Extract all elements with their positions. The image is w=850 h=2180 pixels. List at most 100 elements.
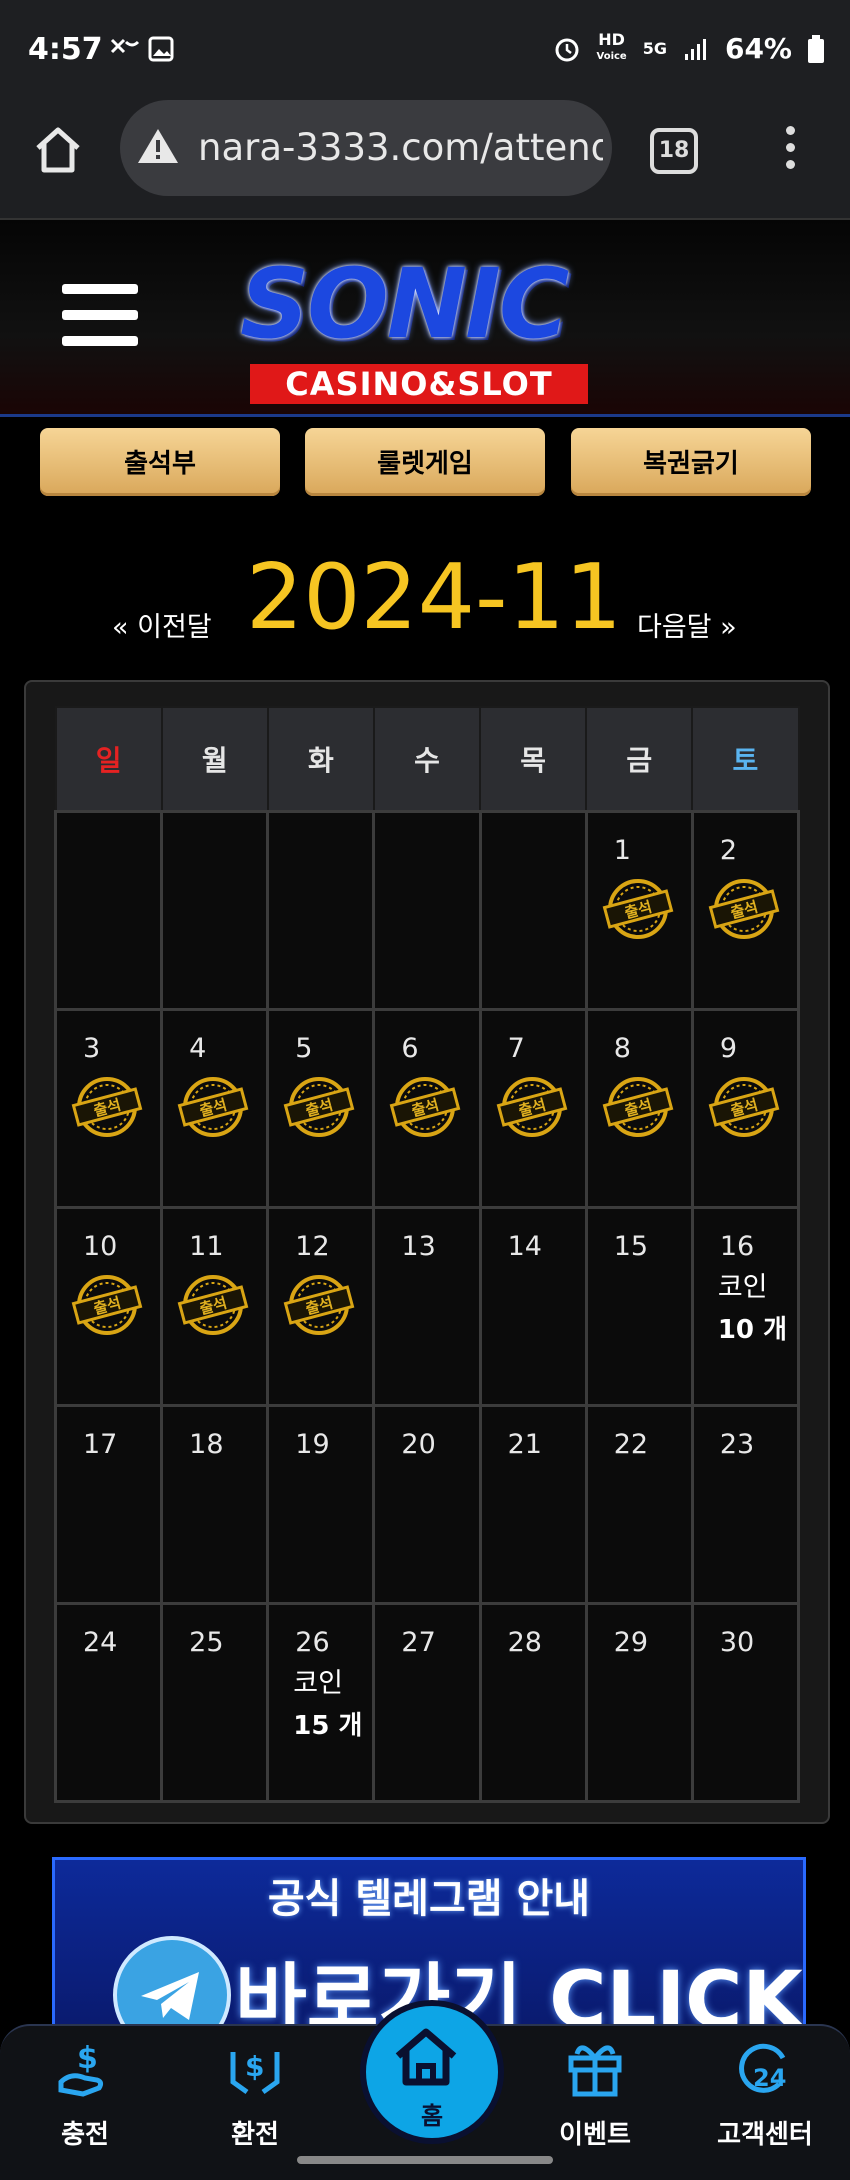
tab-switcher-button[interactable]: 18: [650, 128, 698, 174]
network-5g-indicator: 5G: [642, 38, 667, 58]
banner-title: 공식 텔레그램 안내: [267, 1876, 591, 1922]
nav-label-deposit: 충전: [61, 2120, 109, 2150]
attendance-button[interactable]: 출석부: [40, 428, 280, 496]
attendance-stamp-icon: 출석: [177, 1275, 249, 1335]
day-number: 14: [507, 1231, 542, 1262]
calendar-day-cell: 17: [53, 1404, 164, 1605]
calendar-day-cell: 7 출석: [478, 1008, 588, 1209]
day-number: 22: [613, 1429, 649, 1460]
site-header: SONIC CASINO&SLOT: [0, 220, 850, 417]
nav-support[interactable]: 24 고객센터: [695, 2026, 835, 2166]
browser-menu-icon[interactable]: [782, 126, 798, 176]
coin-reward-label: 코인: [717, 1272, 768, 1303]
gift-icon: [568, 2045, 622, 2097]
nav-event[interactable]: 이벤트: [525, 2026, 665, 2166]
nav-label-event: 이벤트: [559, 2120, 631, 2150]
status-bar: 4:57 HD Voice 5G 64%: [0, 0, 850, 100]
calendar-week-row: 24 25 26 코인 15 개 27 28 29 30: [53, 1602, 801, 1803]
calendar-day-cell: 30: [690, 1602, 801, 1803]
battery-icon: [808, 34, 824, 63]
calendar-day-cell: 21: [478, 1404, 588, 1605]
nav-label-support: 고객센터: [717, 2120, 813, 2150]
calendar-empty-cell: [53, 810, 164, 1011]
calendar-week-row: 10 출석 11 출석 12 출석 13 14 15 16 코인 10 개: [53, 1206, 801, 1407]
attendance-stamp-icon: 출석: [71, 1077, 143, 1137]
nav-home[interactable]: 홈: [360, 2000, 504, 2144]
calendar-day-cell: 15: [584, 1206, 694, 1407]
calendar-day-cell: 24: [53, 1602, 164, 1803]
month-title: 2024-11: [246, 545, 623, 650]
day-number: 12: [295, 1231, 330, 1262]
calendar-empty-cell: [478, 810, 588, 1011]
weekday-header: 금: [585, 706, 694, 813]
next-month-link[interactable]: 다음달 »: [637, 605, 737, 644]
deposit-icon: $: [58, 2041, 104, 2097]
banner-cta: 바로가기 CLICK: [235, 1956, 803, 2033]
calendar-day-cell: 10 출석: [53, 1206, 164, 1407]
calendar-week-row: 17 18 19 20 21 22 23: [53, 1404, 801, 1605]
browser-home-icon[interactable]: [30, 122, 86, 178]
attendance-stamp-icon: 출석: [283, 1275, 355, 1335]
calendar-day-cell: 4 출석: [160, 1008, 270, 1209]
day-number: 27: [401, 1627, 436, 1658]
lottery-button[interactable]: 복권긁기: [571, 428, 811, 496]
weekday-header: 월: [160, 706, 269, 813]
calendar-day-cell: 6 출석: [372, 1008, 482, 1209]
calendar-day-cell: 12 출석: [266, 1206, 376, 1407]
weekday-header: 화: [266, 706, 375, 813]
calendar-week-row: 1 출석 2 출석: [53, 810, 801, 1011]
weekday-header: 일: [54, 706, 163, 813]
calendar-day-cell: 22: [584, 1404, 694, 1605]
prev-month-link[interactable]: « 이전달: [112, 605, 212, 644]
coin-reward-amount: 15 개: [293, 1711, 363, 1741]
roulette-button[interactable]: 룰렛게임: [305, 428, 545, 496]
day-number: 11: [189, 1231, 224, 1262]
day-number: 6: [401, 1033, 419, 1064]
calendar-day-cell: 8 출석: [584, 1008, 694, 1209]
coin-reward-amount: 10 개: [717, 1315, 787, 1345]
calendar-empty-cell: [160, 810, 270, 1011]
warning-icon[interactable]: [136, 126, 180, 166]
status-time: 4:57: [28, 32, 103, 67]
attendance-stamp-icon: 출석: [708, 1077, 780, 1137]
calendar-day-cell: 2 출석: [690, 810, 801, 1011]
day-number: 16: [719, 1231, 755, 1262]
weekday-header: 수: [372, 706, 482, 813]
nav-deposit[interactable]: $ 충전: [15, 2026, 155, 2166]
gesture-bar[interactable]: [297, 2156, 553, 2164]
day-number: 5: [295, 1033, 313, 1064]
day-number: 23: [719, 1429, 755, 1460]
browser-toolbar: nara-3333.com/attend 18: [0, 100, 850, 220]
withdraw-icon: $: [230, 2050, 280, 2095]
day-number: 29: [613, 1627, 649, 1658]
logo-subtitle: CASINO&SLOT: [250, 364, 588, 404]
day-number: 20: [401, 1429, 436, 1460]
calendar-day-cell: 26 코인 15 개: [266, 1602, 376, 1803]
calendar-day-cell: 1 출석: [584, 810, 694, 1011]
calendar-day-cell: 29: [584, 1602, 694, 1803]
nav-withdraw[interactable]: $ 환전: [185, 2026, 325, 2166]
url-text[interactable]: nara-3333.com/attend: [198, 126, 603, 169]
coin-reward-label: 코인: [293, 1668, 343, 1699]
calendar-day-cell: 14: [478, 1206, 588, 1407]
day-number: 7: [507, 1033, 525, 1064]
hamburger-menu-icon[interactable]: [62, 284, 138, 348]
nav-label-withdraw: 환전: [231, 2120, 279, 2150]
svg-text:$: $: [77, 2041, 98, 2076]
address-bar[interactable]: nara-3333.com/attend: [120, 100, 612, 196]
calendar-day-cell: 18: [160, 1404, 270, 1605]
day-number: 26: [295, 1627, 330, 1658]
day-number: 21: [507, 1429, 542, 1460]
calendar-day-cell: 13: [372, 1206, 482, 1407]
attendance-stamp-icon: 출석: [602, 1077, 674, 1137]
telegram-icon: [113, 1936, 231, 2030]
notification-icons: [110, 34, 180, 71]
calendar-day-cell: 23: [690, 1404, 801, 1605]
home-icon: [395, 2028, 457, 2086]
attendance-stamp-icon: 출석: [602, 879, 674, 939]
day-number: 8: [613, 1033, 631, 1064]
site-logo[interactable]: SONIC CASINO&SLOT: [210, 248, 620, 408]
calendar-empty-cell: [266, 810, 376, 1011]
calendar-empty-cell: [372, 810, 482, 1011]
hd-voice-indicator: HD Voice: [596, 30, 627, 63]
